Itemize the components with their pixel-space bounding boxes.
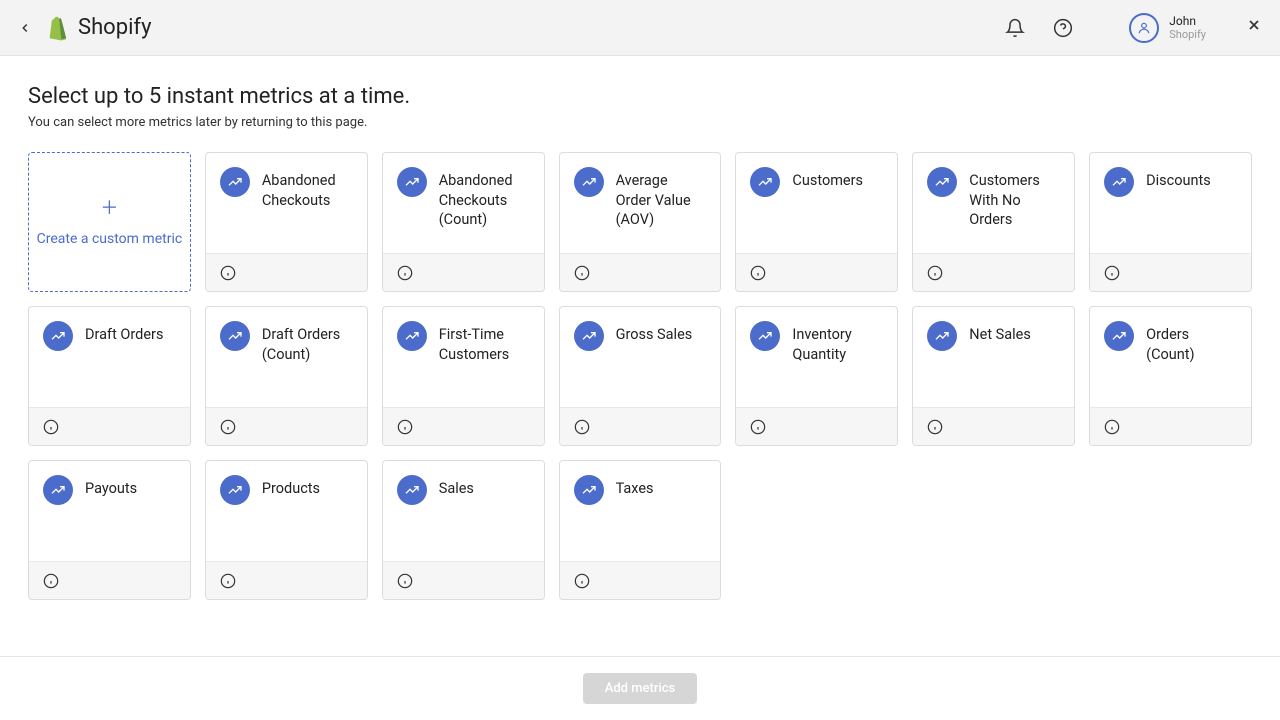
plus-icon: ＋ bbox=[100, 194, 118, 220]
bottom-bar: Add metrics bbox=[0, 656, 1280, 720]
metric-label: Abandoned Checkouts bbox=[262, 167, 353, 253]
metric-card[interactable]: Net Sales bbox=[912, 306, 1075, 446]
metric-label: Net Sales bbox=[969, 321, 1031, 407]
chart-icon bbox=[43, 475, 73, 505]
metric-card[interactable]: Abandoned Checkouts (Count) bbox=[382, 152, 545, 292]
user-sub: Shopify bbox=[1169, 28, 1206, 41]
avatar-icon bbox=[1129, 13, 1159, 43]
chart-icon bbox=[927, 167, 957, 197]
main-content: Select up to 5 instant metrics at a time… bbox=[0, 56, 1280, 600]
chart-icon bbox=[397, 321, 427, 351]
chart-icon bbox=[750, 321, 780, 351]
metric-card[interactable]: Draft Orders bbox=[28, 306, 191, 446]
metric-label: Customers bbox=[792, 167, 863, 253]
shopify-logo-icon bbox=[46, 15, 68, 41]
metric-label: Average Order Value (AOV) bbox=[616, 167, 707, 253]
notifications-icon[interactable] bbox=[1003, 16, 1027, 40]
close-button[interactable] bbox=[1246, 17, 1262, 38]
metric-label: Discounts bbox=[1146, 167, 1211, 253]
metric-label: Inventory Quantity bbox=[792, 321, 883, 407]
metric-label: Payouts bbox=[85, 475, 137, 561]
info-icon[interactable] bbox=[397, 573, 413, 589]
metric-label: First-Time Customers bbox=[439, 321, 530, 407]
chart-icon bbox=[43, 321, 73, 351]
chart-icon bbox=[220, 167, 250, 197]
metric-card[interactable]: Customers With No Orders bbox=[912, 152, 1075, 292]
metric-card[interactable]: Customers bbox=[735, 152, 898, 292]
info-icon[interactable] bbox=[750, 265, 766, 281]
metric-card[interactable]: Gross Sales bbox=[559, 306, 722, 446]
info-icon[interactable] bbox=[750, 419, 766, 435]
chart-icon bbox=[927, 321, 957, 351]
metric-card[interactable]: Inventory Quantity bbox=[735, 306, 898, 446]
info-icon[interactable] bbox=[1104, 419, 1120, 435]
info-icon[interactable] bbox=[220, 265, 236, 281]
help-icon[interactable] bbox=[1051, 16, 1075, 40]
metric-label: Products bbox=[262, 475, 320, 561]
info-icon[interactable] bbox=[574, 419, 590, 435]
chart-icon bbox=[1104, 167, 1134, 197]
metric-card[interactable]: First-Time Customers bbox=[382, 306, 545, 446]
metric-card[interactable]: Orders (Count) bbox=[1089, 306, 1252, 446]
chart-icon bbox=[574, 321, 604, 351]
metric-card[interactable]: Average Order Value (AOV) bbox=[559, 152, 722, 292]
metric-label: Sales bbox=[439, 475, 474, 561]
page-title: Select up to 5 instant metrics at a time… bbox=[28, 84, 1252, 109]
top-actions: John Shopify bbox=[1003, 13, 1262, 43]
metrics-grid: ＋ Create a custom metric Abandoned Check… bbox=[28, 152, 1252, 600]
page-subtitle: You can select more metrics later by ret… bbox=[28, 115, 1252, 130]
chart-icon bbox=[397, 167, 427, 197]
info-icon[interactable] bbox=[574, 573, 590, 589]
metric-label: Orders (Count) bbox=[1146, 321, 1237, 407]
metric-card[interactable]: Sales bbox=[382, 460, 545, 600]
chart-icon bbox=[1104, 321, 1134, 351]
chart-icon bbox=[750, 167, 780, 197]
metric-label: Gross Sales bbox=[616, 321, 693, 407]
info-icon[interactable] bbox=[43, 419, 59, 435]
metric-label: Customers With No Orders bbox=[969, 167, 1060, 253]
metric-label: Abandoned Checkouts (Count) bbox=[439, 167, 530, 253]
info-icon[interactable] bbox=[220, 573, 236, 589]
metric-card[interactable]: Discounts bbox=[1089, 152, 1252, 292]
info-icon[interactable] bbox=[1104, 265, 1120, 281]
metric-label: Draft Orders (Count) bbox=[262, 321, 353, 407]
info-icon[interactable] bbox=[43, 573, 59, 589]
create-custom-metric-card[interactable]: ＋ Create a custom metric bbox=[28, 152, 191, 292]
metric-card[interactable]: Draft Orders (Count) bbox=[205, 306, 368, 446]
add-metrics-button[interactable]: Add metrics bbox=[583, 673, 698, 704]
metric-label: Taxes bbox=[616, 475, 654, 561]
back-button[interactable] bbox=[18, 21, 32, 35]
metric-card[interactable]: Payouts bbox=[28, 460, 191, 600]
create-card-label: Create a custom metric bbox=[37, 230, 183, 250]
chart-icon bbox=[574, 475, 604, 505]
info-icon[interactable] bbox=[574, 265, 590, 281]
metric-card[interactable]: Products bbox=[205, 460, 368, 600]
metric-card[interactable]: Taxes bbox=[559, 460, 722, 600]
topbar: Shopify John Shopify bbox=[0, 0, 1280, 56]
info-icon[interactable] bbox=[927, 265, 943, 281]
chart-icon bbox=[397, 475, 427, 505]
chart-icon bbox=[220, 475, 250, 505]
user-name: John bbox=[1169, 14, 1206, 28]
info-icon[interactable] bbox=[397, 419, 413, 435]
chart-icon bbox=[220, 321, 250, 351]
info-icon[interactable] bbox=[927, 419, 943, 435]
metric-label: Draft Orders bbox=[85, 321, 163, 407]
info-icon[interactable] bbox=[397, 265, 413, 281]
brand-name: Shopify bbox=[78, 15, 152, 40]
metric-card[interactable]: Abandoned Checkouts bbox=[205, 152, 368, 292]
brand: Shopify bbox=[46, 15, 152, 41]
info-icon[interactable] bbox=[220, 419, 236, 435]
chart-icon bbox=[574, 167, 604, 197]
user-menu[interactable]: John Shopify bbox=[1129, 13, 1206, 43]
